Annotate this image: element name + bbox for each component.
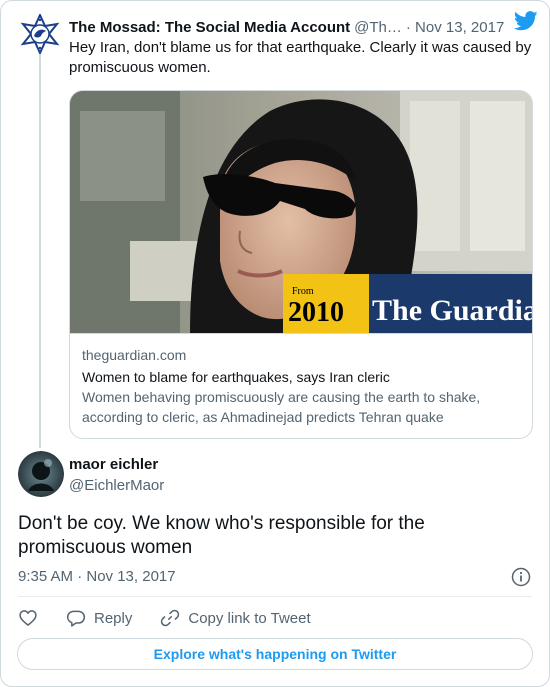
tweet-actions: Reply Copy link to Tweet [18, 606, 339, 630]
copy-link-label: Copy link to Tweet [188, 609, 311, 627]
reply-label: Reply [94, 609, 133, 627]
copy-link-button[interactable]: Copy link to Tweet [160, 608, 311, 628]
card-image: From 2010 The Guardian [70, 91, 533, 333]
author-name[interactable]: maor eichler [69, 456, 158, 473]
tweet-timestamp[interactable]: 9:35 AM · Nov 13, 2017 [18, 568, 176, 585]
link-icon [161, 609, 180, 627]
year-badge-year: 2010 [288, 297, 344, 328]
info-icon[interactable] [511, 567, 531, 587]
author-handle[interactable]: @EichlerMaor [69, 477, 164, 494]
heart-icon [19, 610, 37, 626]
parent-author-handle[interactable]: @Th… [354, 19, 402, 36]
parent-author-name[interactable]: The Mossad: The Social Media Account [69, 19, 350, 36]
parent-tweet-text: Hey Iran, don't blame us for that earthq… [69, 39, 532, 76]
avatar[interactable] [18, 451, 64, 497]
reply-bubble-icon [66, 610, 86, 627]
thread-connector [39, 54, 41, 448]
like-button[interactable] [18, 608, 38, 628]
card-description: Women behaving promiscuously are causing… [82, 389, 481, 425]
year-badge-from: From [292, 286, 314, 297]
twitter-bird-icon[interactable] [513, 10, 538, 32]
mossad-emblem-icon[interactable] [20, 12, 60, 56]
divider [18, 596, 532, 597]
guardian-logo-text: The Guardian [372, 294, 533, 327]
reply-button[interactable]: Reply [66, 608, 132, 628]
card-title: Women to blame for earthquakes, says Ira… [82, 369, 390, 385]
card-body: theguardian.com Women to blame for earth… [70, 333, 532, 438]
card-domain: theguardian.com [82, 347, 187, 363]
link-preview-card[interactable]: From 2010 The Guardian theguardian.com W… [69, 90, 533, 439]
explore-twitter-button[interactable]: Explore what's happening on Twitter [17, 638, 533, 670]
tweet-text: Don't be coy. We know who's responsible … [18, 513, 425, 558]
parent-tweet-header: The Mossad: The Social Media Account @Th… [69, 16, 539, 38]
parent-tweet-date[interactable]: · Nov 13, 2017 [406, 19, 504, 36]
